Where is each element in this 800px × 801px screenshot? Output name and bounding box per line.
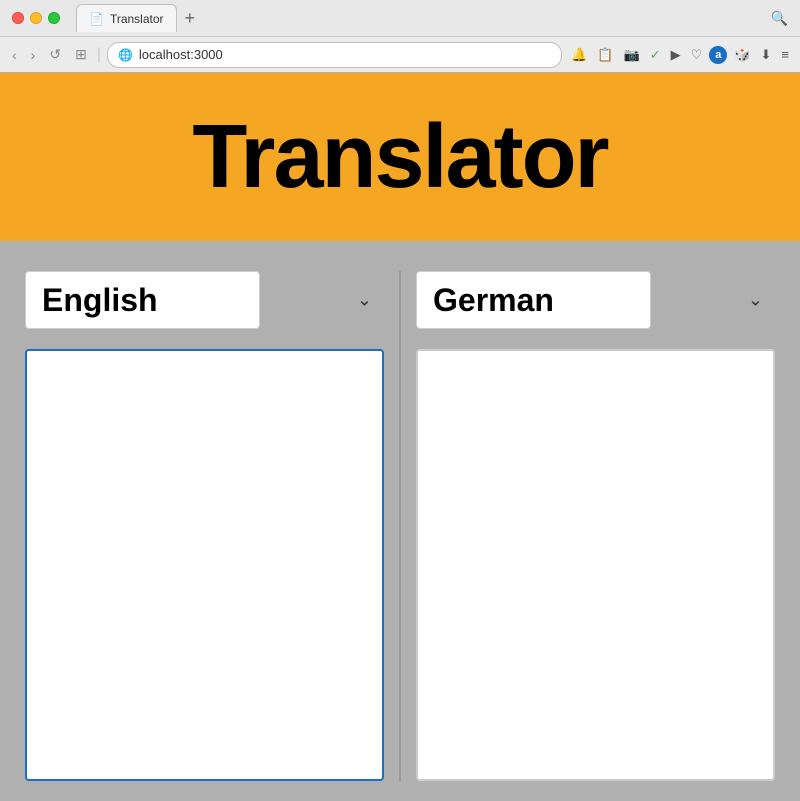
reload-button[interactable]: ↺: [45, 44, 65, 65]
target-language-chevron-icon: ⌄: [748, 290, 763, 311]
address-bar[interactable]: 🌐 localhost:3000: [107, 42, 562, 68]
source-textarea[interactable]: [25, 349, 384, 781]
heart-icon[interactable]: ♡: [688, 45, 706, 65]
shield-icon[interactable]: ✓: [647, 45, 664, 65]
back-button[interactable]: ‹: [8, 45, 21, 65]
address-text: localhost:3000: [139, 47, 223, 62]
active-tab[interactable]: 📄 Translator: [76, 4, 177, 32]
download-icon[interactable]: ⬇: [758, 45, 775, 65]
minimize-window-button[interactable]: [30, 12, 42, 24]
grid-button[interactable]: ⊞: [71, 44, 91, 65]
traffic-lights: [12, 12, 60, 24]
target-language-selector[interactable]: German English Spanish French Italian Po…: [416, 271, 775, 329]
browser-toolbar: ‹ › ↺ ⊞ | 🌐 localhost:3000 🔔 📋 📷 ✓ ▶ ♡ a…: [0, 36, 800, 72]
camera-icon[interactable]: 📷: [621, 45, 643, 65]
target-language-select[interactable]: German English Spanish French Italian Po…: [416, 271, 651, 329]
tab-page-icon: 📄: [89, 12, 104, 26]
lock-icon: 🌐: [118, 48, 133, 62]
dice-icon[interactable]: 🎲: [731, 45, 753, 65]
app-title: Translator: [192, 106, 607, 209]
forward-button[interactable]: ›: [27, 45, 40, 65]
target-panel: German English Spanish French Italian Po…: [401, 271, 780, 781]
browser-search-icon[interactable]: 🔍: [771, 10, 788, 27]
source-language-selector[interactable]: English Spanish French German Italian Po…: [25, 271, 384, 329]
source-language-chevron-icon: ⌄: [357, 290, 372, 311]
target-textarea[interactable]: [416, 349, 775, 781]
app-body: English Spanish French German Italian Po…: [0, 241, 800, 801]
maximize-window-button[interactable]: [48, 12, 60, 24]
tab-bar: 📄 Translator +: [76, 4, 763, 32]
source-panel: English Spanish French German Italian Po…: [20, 271, 399, 781]
browser-titlebar: 📄 Translator + 🔍: [0, 0, 800, 36]
menu-icon[interactable]: ≡: [778, 45, 792, 64]
clipboard-icon[interactable]: 📋: [594, 45, 616, 65]
close-window-button[interactable]: [12, 12, 24, 24]
new-tab-button[interactable]: +: [177, 8, 204, 29]
notification-icon[interactable]: 🔔: [568, 45, 590, 65]
source-language-select[interactable]: English Spanish French German Italian Po…: [25, 271, 260, 329]
amazon-icon[interactable]: a: [709, 46, 727, 64]
app-header: Translator: [0, 73, 800, 241]
tab-title: Translator: [110, 12, 164, 26]
toolbar-icons: 🔔 📋 📷 ✓ ▶ ♡ a 🎲 ⬇ ≡: [568, 45, 792, 65]
browser-chrome: 📄 Translator + 🔍 ‹ › ↺ ⊞ | 🌐 localhost:3…: [0, 0, 800, 73]
play-icon[interactable]: ▶: [668, 45, 684, 65]
